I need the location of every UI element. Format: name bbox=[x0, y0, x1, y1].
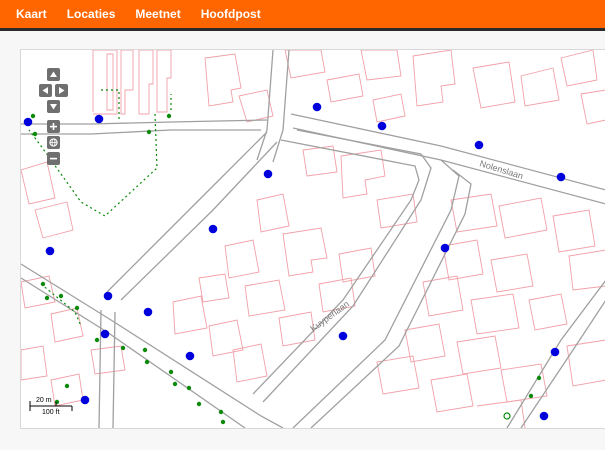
blue-marker[interactable] bbox=[208, 224, 218, 234]
zoom-in-button[interactable] bbox=[47, 120, 60, 133]
minus-icon bbox=[50, 157, 57, 160]
map-viewport[interactable]: Nolenslaan Kuyperlaan 20 m 100 ft bbox=[20, 49, 605, 429]
blue-marker[interactable] bbox=[103, 291, 113, 301]
pan-up-button[interactable] bbox=[47, 68, 60, 81]
blue-marker[interactable] bbox=[550, 347, 560, 357]
blue-marker[interactable] bbox=[45, 246, 55, 256]
street-label-kuyperlaan: Kuyperlaan bbox=[308, 299, 351, 334]
zoom-extent-button[interactable] bbox=[47, 136, 60, 149]
green-marker[interactable] bbox=[120, 345, 126, 351]
green-marker[interactable] bbox=[44, 295, 50, 301]
green-marker[interactable] bbox=[144, 359, 150, 365]
zoom-out-button[interactable] bbox=[47, 152, 60, 165]
green-marker[interactable] bbox=[186, 385, 192, 391]
globe-icon bbox=[49, 138, 58, 147]
pan-right-button[interactable] bbox=[55, 84, 68, 97]
blue-marker[interactable] bbox=[100, 329, 110, 339]
arrow-up-icon bbox=[50, 71, 57, 77]
blue-marker[interactable] bbox=[185, 351, 195, 361]
blue-marker[interactable] bbox=[556, 172, 566, 182]
arrow-right-icon bbox=[59, 87, 65, 94]
blue-marker[interactable] bbox=[377, 121, 387, 131]
green-marker[interactable] bbox=[528, 393, 534, 399]
map-canvas[interactable]: Nolenslaan Kuyperlaan bbox=[21, 50, 605, 428]
blue-marker[interactable] bbox=[263, 169, 273, 179]
green-marker[interactable] bbox=[142, 347, 148, 353]
blue-marker[interactable] bbox=[23, 117, 33, 127]
green-marker[interactable] bbox=[74, 305, 80, 311]
blue-marker[interactable] bbox=[338, 331, 348, 341]
nav-meetnet[interactable]: Meetnet bbox=[135, 0, 180, 28]
plus-icon bbox=[50, 123, 57, 130]
green-marker[interactable] bbox=[32, 131, 38, 137]
green-marker[interactable] bbox=[536, 375, 542, 381]
arrow-left-icon bbox=[42, 87, 48, 94]
blue-marker[interactable] bbox=[143, 307, 153, 317]
green-marker[interactable] bbox=[58, 293, 64, 299]
green-marker[interactable] bbox=[146, 129, 152, 135]
top-navigation-bar: Kaart Locaties Meetnet Hoofdpost bbox=[0, 0, 605, 31]
green-marker[interactable] bbox=[172, 381, 178, 387]
scale-bar: 20 m 100 ft bbox=[28, 395, 88, 419]
pan-down-button[interactable] bbox=[47, 100, 60, 113]
green-marker-hollow[interactable] bbox=[503, 412, 511, 420]
blue-marker[interactable] bbox=[440, 243, 450, 253]
blue-marker[interactable] bbox=[312, 102, 322, 112]
blue-marker[interactable] bbox=[539, 411, 549, 421]
green-marker[interactable] bbox=[40, 281, 46, 287]
green-marker[interactable] bbox=[94, 337, 100, 343]
green-marker[interactable] bbox=[220, 419, 226, 425]
arrow-down-icon bbox=[50, 104, 57, 110]
green-marker[interactable] bbox=[166, 113, 172, 119]
scale-imperial-label: 100 ft bbox=[42, 409, 60, 416]
green-marker[interactable] bbox=[30, 113, 36, 119]
green-marker[interactable] bbox=[64, 383, 70, 389]
nav-kaart[interactable]: Kaart bbox=[16, 0, 47, 28]
pan-left-button[interactable] bbox=[39, 84, 52, 97]
nav-hoofdpost[interactable]: Hoofdpost bbox=[201, 0, 261, 28]
blue-marker[interactable] bbox=[474, 140, 484, 150]
nav-locaties[interactable]: Locaties bbox=[67, 0, 116, 28]
green-marker[interactable] bbox=[196, 401, 202, 407]
green-marker[interactable] bbox=[168, 369, 174, 375]
scale-metric-label: 20 m bbox=[36, 397, 52, 404]
blue-marker[interactable] bbox=[94, 114, 104, 124]
green-marker[interactable] bbox=[218, 409, 224, 415]
